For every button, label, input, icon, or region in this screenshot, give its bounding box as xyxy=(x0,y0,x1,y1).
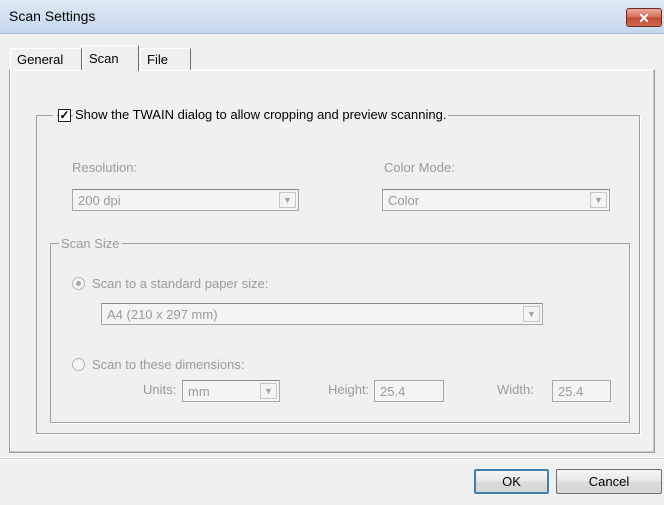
color-mode-value: Color xyxy=(388,193,420,208)
scan-size-legend: Scan Size xyxy=(59,236,122,251)
resolution-value: 200 dpi xyxy=(78,193,121,208)
tab-file[interactable]: File xyxy=(140,48,191,70)
height-value: 25.4 xyxy=(380,384,406,399)
tab-general[interactable]: General xyxy=(10,48,82,70)
tab-scan-label: Scan xyxy=(89,51,119,66)
title-bar: Scan Settings ✕ xyxy=(0,0,664,34)
units-select[interactable]: mm ▼ xyxy=(182,380,280,402)
chevron-down-icon[interactable]: ▼ xyxy=(260,383,277,399)
color-mode-select[interactable]: Color ▼ xyxy=(382,189,610,211)
checkmark-icon: ✓ xyxy=(59,108,70,122)
standard-size-radio[interactable] xyxy=(72,277,85,290)
height-label: Height: xyxy=(328,382,370,397)
footer-divider xyxy=(0,458,664,460)
dimensions-radio[interactable] xyxy=(72,358,85,371)
width-value: 25.4 xyxy=(558,384,584,399)
paper-size-value: A4 (210 x 297 mm) xyxy=(107,307,218,322)
color-mode-label: Color Mode: xyxy=(384,160,455,175)
resolution-label: Resolution: xyxy=(72,160,138,175)
twain-label[interactable]: Show the TWAIN dialog to allow cropping … xyxy=(73,107,449,122)
tab-general-label: General xyxy=(17,52,64,67)
standard-size-label[interactable]: Scan to a standard paper size: xyxy=(92,276,268,291)
chevron-down-icon[interactable]: ▼ xyxy=(590,192,607,208)
paper-size-select[interactable]: A4 (210 x 297 mm) ▼ xyxy=(101,303,543,325)
units-label: Units: xyxy=(143,382,177,397)
window-title: Scan Settings xyxy=(9,8,96,24)
close-icon: ✕ xyxy=(638,10,650,26)
dimensions-label[interactable]: Scan to these dimensions: xyxy=(92,357,244,372)
units-value: mm xyxy=(188,384,210,399)
tab-file-label: File xyxy=(147,52,168,67)
tab-scan[interactable]: Scan xyxy=(82,45,139,71)
cancel-button[interactable]: Cancel xyxy=(556,469,662,494)
width-label: Width: xyxy=(497,382,534,397)
twain-checkbox[interactable]: ✓ xyxy=(58,109,71,122)
ok-button[interactable]: OK xyxy=(474,469,549,494)
twain-option[interactable]: ✓ xyxy=(53,106,71,124)
resolution-select[interactable]: 200 dpi ▼ xyxy=(72,189,299,211)
width-input[interactable]: 25.4 xyxy=(552,380,611,402)
close-button[interactable]: ✕ xyxy=(626,8,662,27)
height-input[interactable]: 25.4 xyxy=(374,380,444,402)
chevron-down-icon[interactable]: ▼ xyxy=(279,192,296,208)
chevron-down-icon[interactable]: ▼ xyxy=(523,306,540,322)
